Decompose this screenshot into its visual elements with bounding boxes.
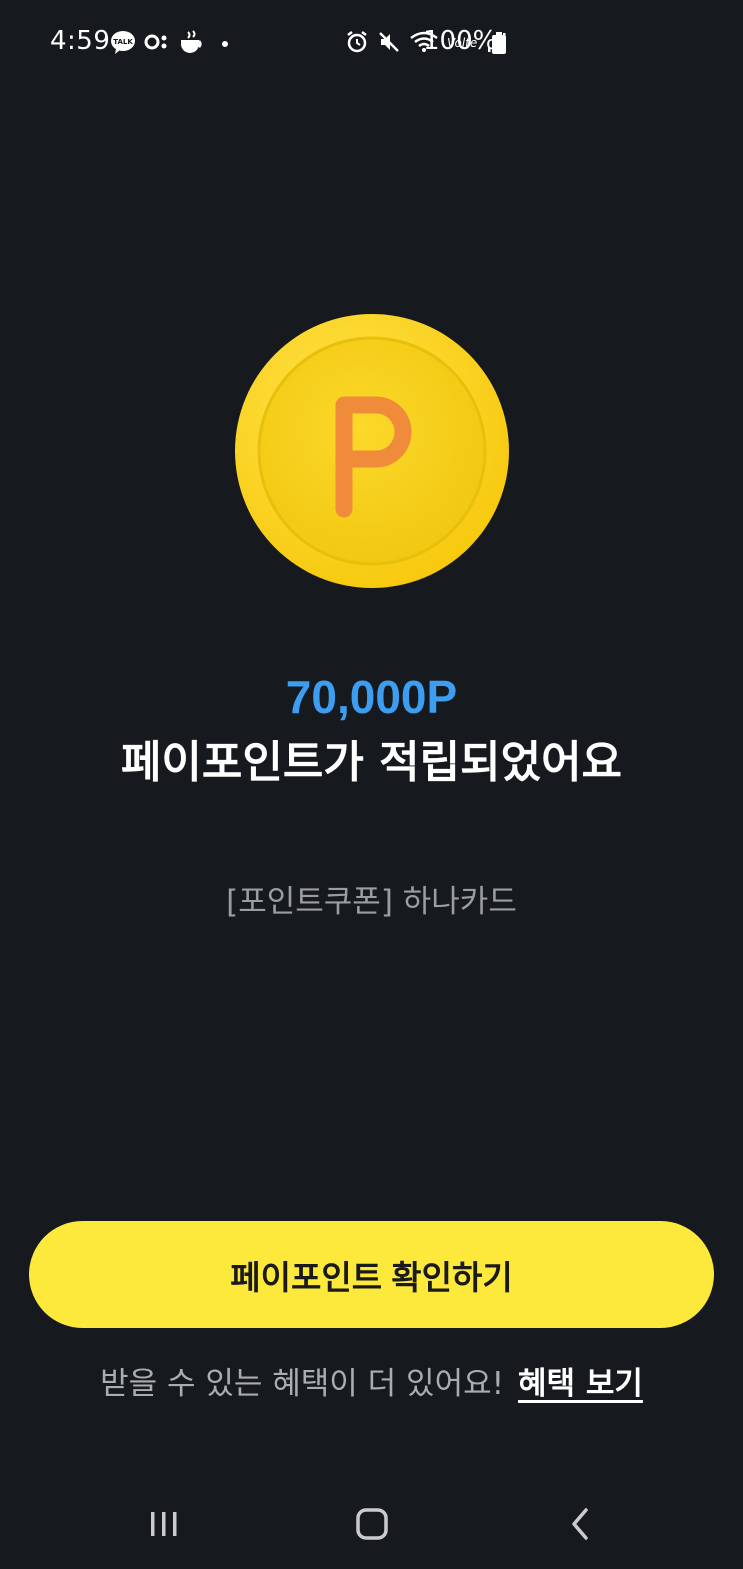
page-title: 페이포인트가 적립되었어요 [120,737,623,788]
dots-icon [144,34,167,50]
status-time: 4:59 [50,26,111,56]
status-bar: 4:59 TALK Volte 100% [0,0,743,86]
dot-icon [222,41,228,47]
mute-icon [379,32,399,52]
back-icon[interactable] [540,1480,620,1569]
coffee-icon [181,30,202,53]
earned-points: 70,000P [285,671,458,723]
home-icon[interactable] [332,1480,412,1569]
view-benefits-link[interactable]: 혜택 보기 [518,1366,643,1402]
alarm-icon [347,31,367,53]
system-nav-bar [0,1480,743,1569]
point-coin-icon [235,314,509,588]
coupon-source: [포인트쿠폰] 하나카드 [226,884,517,920]
battery-icon [492,32,506,54]
talk-icon: TALK [111,31,135,54]
svg-text:TALK: TALK [113,38,133,46]
benefit-row: 받을 수 있는 혜택이 더 있어요! 혜택 보기 [0,1358,743,1403]
check-paypoint-button[interactable]: 페이포인트 확인하기 [29,1221,714,1328]
recent-apps-icon[interactable] [124,1480,204,1569]
notification-icons: TALK [110,30,236,54]
battery-percent: 100% [423,26,498,56]
benefit-text: 받을 수 있는 혜택이 더 있어요! [100,1366,505,1402]
